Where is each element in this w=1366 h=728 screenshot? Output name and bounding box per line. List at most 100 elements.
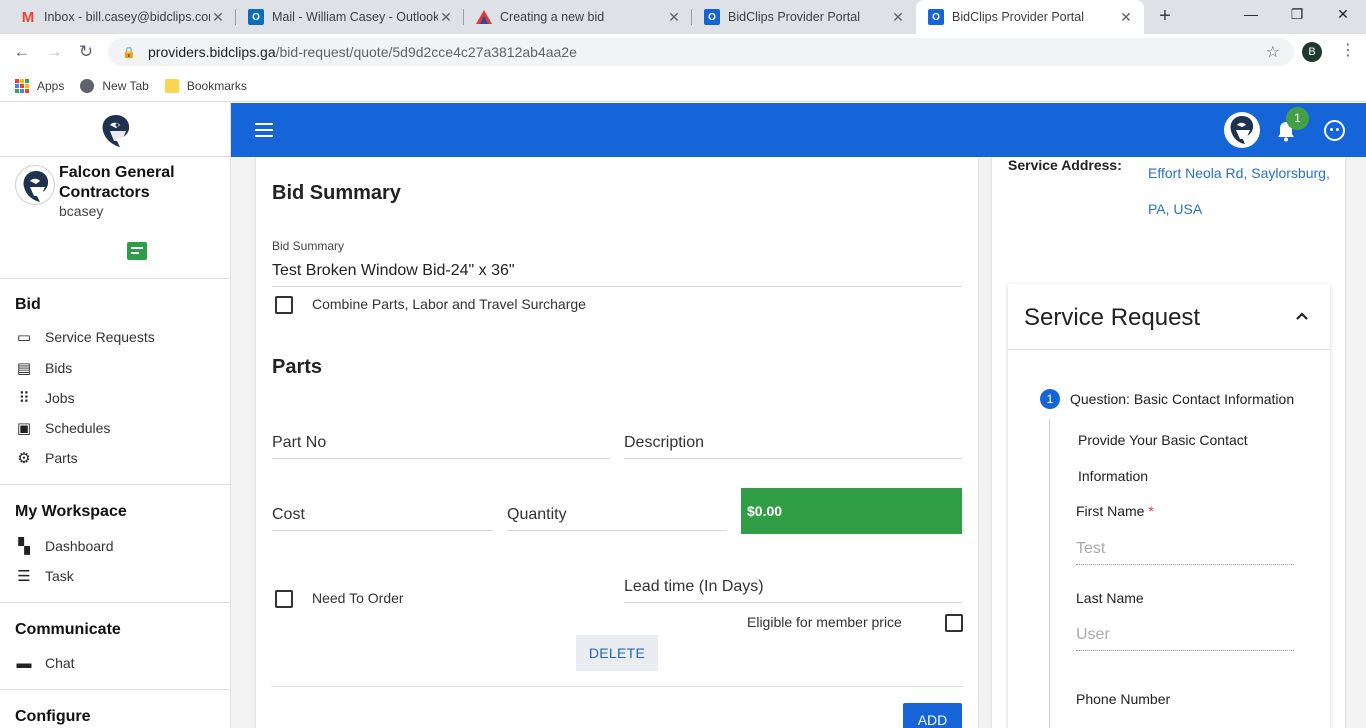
need-to-order-checkbox[interactable]: [275, 590, 293, 608]
chat-icon: ▬: [16, 654, 32, 672]
outlook-icon: O: [248, 9, 264, 25]
close-window-button[interactable]: ✕: [1320, 0, 1366, 30]
divider: [0, 484, 230, 485]
bookmark-label: Apps: [37, 78, 65, 93]
tab-title: Creating a new bid: [500, 10, 605, 24]
chevron-up-icon[interactable]: [1296, 310, 1308, 322]
address-bar[interactable]: 🔒 providers.bidclips.ga/bid-request/quot…: [108, 38, 1294, 66]
sidebar-item-chat[interactable]: ▬ Chat: [15, 651, 215, 675]
tab-title: BidClips Provider Portal: [952, 10, 1084, 24]
description-input[interactable]: Description: [624, 434, 962, 459]
sidebar-item-label: Chat: [45, 655, 75, 671]
app-header: 1: [231, 103, 1366, 157]
delete-button[interactable]: DELETE: [576, 635, 658, 671]
restore-button[interactable]: ❐: [1274, 0, 1320, 30]
first-name-label-text: First Name: [1076, 503, 1145, 519]
last-name-field[interactable]: User: [1076, 626, 1294, 651]
close-tab-icon[interactable]: ✕: [438, 9, 454, 26]
account-face-icon[interactable]: [1324, 120, 1345, 141]
section-communicate: Communicate: [15, 621, 121, 638]
user-avatar[interactable]: [1224, 112, 1260, 148]
divider: [1008, 349, 1330, 350]
bid-summary-heading: Bid Summary: [272, 182, 401, 204]
browser-menu-icon[interactable]: ⋮: [1338, 40, 1358, 62]
question-description: Provide Your Basic Contact Information: [1078, 432, 1248, 484]
line-total: $0.00: [741, 488, 962, 534]
globe-icon: [80, 78, 95, 93]
sidebar-item-parts[interactable]: ⚙ Parts: [15, 446, 215, 470]
forward-button[interactable]: →: [42, 40, 66, 64]
section-configure: Configure: [15, 708, 91, 725]
sidebar-item-label: Jobs: [45, 390, 75, 406]
bid-summary-label: Bid Summary: [272, 239, 345, 253]
falcon-logo-icon: [102, 115, 130, 147]
message-icon[interactable]: [127, 242, 147, 260]
outlook-icon: O: [928, 9, 944, 25]
sidebar-item-task[interactable]: ☰ Task: [15, 564, 215, 588]
browser-tab-portal-active[interactable]: O BidClips Provider Portal ✕: [916, 0, 1144, 34]
service-request-title: Service Request: [1024, 304, 1201, 331]
browser-tab-outlook[interactable]: O Mail - William Casey - Outlook ✕: [236, 0, 464, 34]
minimize-button[interactable]: —: [1228, 0, 1274, 30]
divider: [0, 156, 230, 157]
divider: [271, 686, 963, 687]
close-tab-icon[interactable]: ✕: [1118, 9, 1134, 26]
reload-button[interactable]: ↻: [74, 40, 98, 64]
part-no-input[interactable]: Part No: [272, 434, 610, 459]
browser-tab-portal-1[interactable]: O BidClips Provider Portal ✕: [692, 0, 916, 34]
parts-heading: Parts: [272, 356, 323, 378]
combine-label: Combine Parts, Labor and Travel Surcharg…: [312, 296, 586, 312]
sidebar-item-label: Parts: [45, 450, 78, 466]
document-icon: ▤: [16, 360, 32, 377]
app-sidebar: Falcon General Contractors bcasey Bid ▭ …: [0, 103, 231, 728]
bid-summary-input[interactable]: Test Broken Window Bid-24" x 36": [272, 262, 962, 287]
profile-avatar[interactable]: B: [1302, 42, 1322, 62]
browser-tab-strip: M Inbox - bill.casey@bidclips.com ✕ O Ma…: [0, 0, 1366, 34]
bookmark-apps[interactable]: Apps: [15, 78, 65, 93]
browser-tab-creating-bid[interactable]: Creating a new bid ✕: [464, 0, 692, 34]
sidebar-item-bids[interactable]: ▤ Bids: [15, 356, 215, 380]
url-host: providers.bidclips.ga: [148, 44, 276, 60]
apps-grid-icon: [15, 78, 29, 93]
required-marker: *: [1148, 503, 1154, 519]
company-avatar: [15, 165, 55, 205]
member-price-checkbox[interactable]: [945, 614, 963, 632]
new-tab-button[interactable]: +: [1153, 5, 1177, 29]
add-button[interactable]: ADD: [903, 703, 962, 728]
close-tab-icon[interactable]: ✕: [666, 9, 682, 26]
sidebar-item-label: Bids: [45, 360, 73, 376]
sidebar-item-label: Dashboard: [45, 538, 114, 554]
combine-checkbox[interactable]: [275, 296, 293, 314]
notification-count-badge: 1: [1286, 107, 1309, 130]
back-button[interactable]: ←: [10, 40, 34, 64]
phone-number-label: Phone Number: [1076, 691, 1171, 707]
need-to-order-label: Need To Order: [312, 590, 404, 606]
cost-input[interactable]: Cost: [272, 506, 493, 531]
browser-tab-gmail[interactable]: M Inbox - bill.casey@bidclips.com ✕: [8, 0, 236, 34]
service-address-label: Service Address:: [1008, 157, 1122, 173]
username: bcasey: [59, 203, 104, 219]
sidebar-item-service-requests[interactable]: ▭ Service Requests: [15, 325, 215, 349]
sidebar-item-label: Task: [45, 568, 74, 584]
step-title[interactable]: Question: Basic Contact Information: [1070, 391, 1294, 407]
tab-title: BidClips Provider Portal: [728, 10, 860, 24]
menu-icon[interactable]: [255, 123, 273, 137]
grid-icon: ⠿: [18, 390, 30, 407]
dashboard-icon: ▚: [18, 538, 30, 555]
section-my-workspace: My Workspace: [15, 503, 127, 520]
lead-time-input[interactable]: Lead time (In Days): [624, 578, 962, 603]
sidebar-item-jobs[interactable]: ⠿ Jobs: [15, 386, 215, 410]
close-tab-icon[interactable]: ✕: [210, 9, 226, 26]
quantity-input[interactable]: Quantity: [507, 506, 727, 531]
bookmark-label: New Tab: [102, 78, 149, 93]
service-address-value[interactable]: Effort Neola Rd, Saylorsburg, PA, USA: [1148, 155, 1333, 227]
close-tab-icon[interactable]: ✕: [890, 9, 906, 26]
bookmark-folder[interactable]: Bookmarks: [164, 78, 247, 93]
bookmark-new-tab[interactable]: New Tab: [80, 78, 149, 93]
sidebar-item-schedules[interactable]: ▣ Schedules: [15, 416, 215, 440]
tab-title: Mail - William Casey - Outlook: [272, 10, 438, 24]
sidebar-item-dashboard[interactable]: ▚ Dashboard: [15, 534, 215, 558]
tab-title: Inbox - bill.casey@bidclips.com: [44, 10, 210, 24]
first-name-field[interactable]: Test: [1076, 540, 1294, 565]
bookmark-star-icon[interactable]: ☆: [1266, 42, 1280, 62]
